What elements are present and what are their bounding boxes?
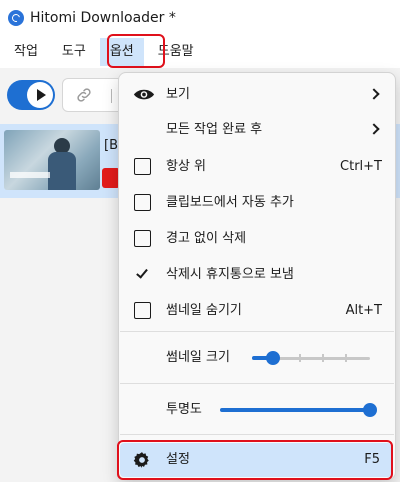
link-icon [77,88,91,102]
opacity-thumb[interactable] [363,403,377,417]
chevron-right-icon [368,88,380,100]
menu-item-hide-thumbnail[interactable]: 썸네일 숨기기 Alt+T [120,294,394,328]
annotation-frame-settings [117,440,393,480]
check-icon[interactable] [136,266,148,279]
menu-item-delete-without-warning-label: 경고 없이 삭제 [166,231,247,246]
opacity-label: 투명도 [166,402,202,417]
menu-tools[interactable]: 도구 [52,38,96,66]
menu-item-hide-thumbnail-label: 썸네일 숨기기 [166,303,242,318]
slider-tick [345,354,347,362]
menu-item-view[interactable]: 보기 [120,78,394,112]
window-title: Hitomi Downloader * [30,10,176,26]
delete-without-warning-checkbox[interactable] [134,230,151,247]
download-row-title: [B [104,138,118,153]
slider-tick [299,354,301,362]
menu-separator [120,434,394,435]
title-bar: Hitomi Downloader * [0,0,400,36]
menu-bar: 작업 도구 옵션 도움말 [0,36,400,68]
menu-task[interactable]: 작업 [4,38,48,66]
play-icon [27,82,53,108]
menu-item-always-on-top-label: 항상 위 [166,159,207,174]
input-caret [111,89,112,103]
slider-tick [322,354,324,362]
hide-thumbnail-checkbox[interactable] [134,302,151,319]
menu-separator [120,383,394,384]
auto-add-clipboard-checkbox[interactable] [134,194,151,211]
thumbnail-caption-bar [10,172,50,178]
menu-item-view-label: 보기 [166,87,190,102]
menu-item-auto-add-clipboard[interactable]: 클립보드에서 자동 추가 [120,186,394,220]
shortcut-always-on-top: Ctrl+T [340,159,382,174]
video-thumbnail [4,130,100,190]
thumbnail-size-thumb[interactable] [266,351,280,365]
annotation-frame-options-menu [107,34,165,68]
opacity-fill [220,408,370,412]
menu-item-after-all-done-label: 모든 작업 완료 후 [166,122,263,137]
app-logo-icon [8,10,24,26]
menu-item-always-on-top[interactable]: 항상 위 Ctrl+T [120,150,394,184]
thumbnail-size-label: 썸네일 크기 [166,350,230,365]
menu-item-after-all-done[interactable]: 모든 작업 완료 후 [120,113,394,147]
menu-separator [120,331,394,332]
chevron-right-icon [368,123,380,135]
menu-item-recycle-on-delete[interactable]: 삭제시 휴지통으로 보냄 [120,258,394,292]
menu-item-auto-add-clipboard-label: 클립보드에서 자동 추가 [166,195,294,210]
thumbnail-figure-body [48,152,76,190]
menu-item-recycle-on-delete-label: 삭제시 휴지통으로 보냄 [166,267,294,282]
menu-item-delete-without-warning[interactable]: 경고 없이 삭제 [120,222,394,256]
start-toggle[interactable] [7,80,55,110]
eye-icon [133,89,155,100]
shortcut-hide-thumbnail: Alt+T [345,303,382,318]
always-on-top-checkbox[interactable] [134,158,151,175]
